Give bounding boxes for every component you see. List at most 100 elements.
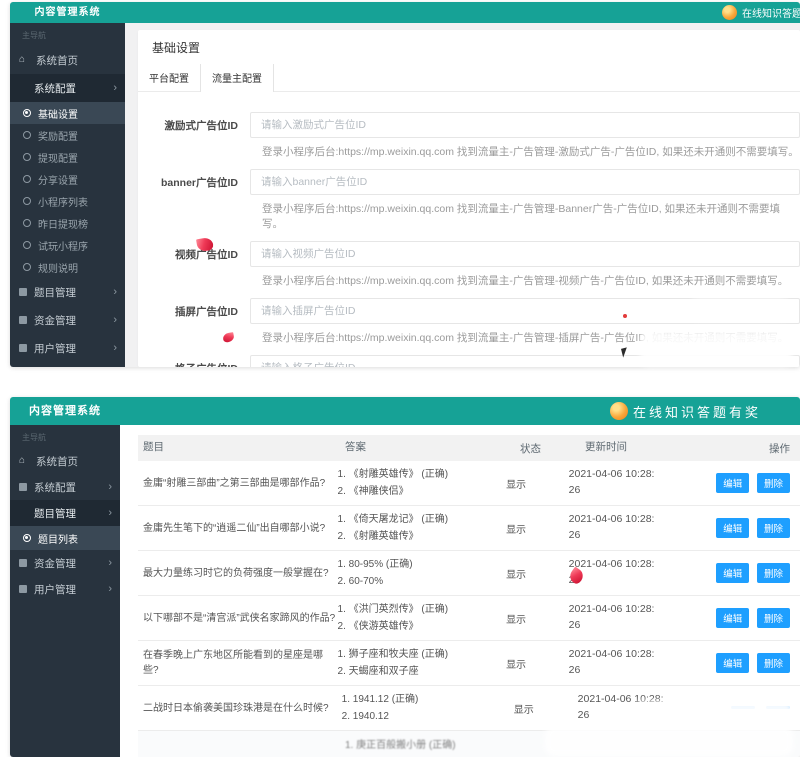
sidebar-item-question-mgmt[interactable]: 题目管理 › xyxy=(10,278,125,306)
table-row: 以下哪部不是“清宫派”武侠名家蹄风的作品? 1. 《洪门英烈传》 (正确) 2.… xyxy=(138,596,800,641)
radio-icon xyxy=(23,109,31,117)
tab-traffic-config[interactable]: 流量主配置 xyxy=(200,64,274,92)
cube-icon xyxy=(19,288,27,296)
updated-time: 2021-04-06 10:28: 26 xyxy=(569,602,712,634)
answer-list: 1. 80-95% (正确) 2. 60-70% xyxy=(338,556,507,590)
answer-list: 1. 《射雕英雄传》 (正确) 2. 《神雕侠侣》 xyxy=(338,466,507,500)
delete-button[interactable]: 删除 xyxy=(757,608,790,628)
answer-list: 1. 《洪门英烈传》 (正确) 2. 《侠游英雄传》 xyxy=(338,601,507,635)
radio-icon xyxy=(23,263,31,271)
ad-config-form: 激励式广告位ID 登录小程序后台:https://mp.weixin.qq.co… xyxy=(138,92,800,367)
video-ad-id-input[interactable] xyxy=(250,241,800,267)
rewarded-ad-id-input[interactable] xyxy=(250,112,800,138)
edit-button[interactable]: 编辑 xyxy=(716,518,749,538)
col-updated: 更新时间 xyxy=(585,440,733,456)
field-help-video-ad: 登录小程序后台:https://mp.weixin.qq.com 找到流量主-广… xyxy=(262,273,800,288)
radio-icon xyxy=(23,131,31,139)
sidebar-subitem-trial-miniapp[interactable]: 试玩小程序 xyxy=(10,234,125,256)
status-badge: 显示 xyxy=(506,566,569,581)
red-dot-decoration xyxy=(623,314,627,318)
delete-button[interactable]: 删除 xyxy=(757,518,790,538)
app-brand: 内容管理系统 xyxy=(10,397,120,425)
chevron-right-icon: › xyxy=(108,507,112,519)
sidebar-item-home[interactable]: ⌂ 系统首页 xyxy=(10,46,125,74)
chevron-right-icon: › xyxy=(113,314,117,326)
sidebar-subitem-miniapp-list[interactable]: 小程序列表 xyxy=(10,190,125,212)
answer-list: 1. 狮子座和牧夫座 (正确) 2. 天蝎座和双子座 xyxy=(338,646,507,680)
chevron-right-icon: › xyxy=(108,481,112,493)
user-account[interactable]: 在线知识答题有奖 xyxy=(722,2,800,23)
status-badge: 显示 xyxy=(514,701,578,716)
sidebar-subitem-question-list[interactable]: 题目列表 xyxy=(10,526,120,550)
top-header-bar: 内容管理系统 在线知识答题有奖 xyxy=(10,2,800,23)
radio-icon xyxy=(23,241,31,249)
cube-icon xyxy=(19,344,27,352)
table-row: 最大力量练习时它的负荷强度一般掌握在? 1. 80-95% (正确) 2. 60… xyxy=(138,551,800,596)
chevron-right-icon: › xyxy=(113,342,117,354)
sidebar-nav-label: 主导航 xyxy=(10,425,120,448)
eraser-smudge xyxy=(545,726,793,756)
question-text: 以下哪部不是“清宫派”武侠名家蹄风的作品? xyxy=(138,611,338,626)
banner-ad-id-input[interactable] xyxy=(250,169,800,195)
tab-platform-config[interactable]: 平台配置 xyxy=(138,64,200,91)
answer-list: 1. 1941.12 (正确) 2. 1940.12 xyxy=(342,691,514,725)
sidebar-subitem-share-settings[interactable]: 分享设置 xyxy=(10,168,125,190)
sidebar-subitem-withdraw-config[interactable]: 提现配置 xyxy=(10,146,125,168)
edit-button[interactable]: 编辑 xyxy=(716,473,749,493)
field-label-grid-ad: 格子广告位ID xyxy=(138,361,250,368)
status-badge: 显示 xyxy=(506,656,569,671)
table-header: 题目 答案 状态 更新时间 操作 xyxy=(138,435,800,461)
app-brand: 内容管理系统 xyxy=(10,2,125,23)
sidebar: 主导航 ⌂ 系统首页 系统配置 › 题目管理 › 题目列表 资金管理 xyxy=(10,425,120,757)
edit-button[interactable]: 编辑 xyxy=(716,653,749,673)
status-badge: 显示 xyxy=(506,521,569,536)
home-icon: ⌂ xyxy=(19,55,29,65)
radio-icon xyxy=(23,534,31,542)
delete-button[interactable]: 删除 xyxy=(757,473,790,493)
sidebar-subitem-rules[interactable]: 规则说明 xyxy=(10,256,125,278)
sidebar-item-question-mgmt[interactable]: 题目管理 › xyxy=(10,500,120,526)
settings-tabs: 平台配置 流量主配置 xyxy=(138,64,800,92)
user-name: 在线知识答题有奖 xyxy=(633,402,761,421)
sidebar-item-system-config[interactable]: 系统配置 › xyxy=(10,474,120,500)
sidebar-item-home[interactable]: ⌂ 系统首页 xyxy=(10,448,120,474)
question-text: 最大力量练习时它的负荷强度一般掌握在? xyxy=(138,566,338,581)
field-label-rewarded-ad: 激励式广告位ID xyxy=(138,118,250,133)
question-text: 在春季晚上广东地区所能看到的星座是哪些? xyxy=(138,648,338,678)
sidebar-item-user-mgmt[interactable]: 用户管理 › xyxy=(10,334,125,362)
question-text: 金庸“射雕三部曲”之第三部曲是哪部作品? xyxy=(138,476,338,491)
sidebar-item-system-config[interactable]: 系统配置 › xyxy=(10,74,125,102)
col-answer: 答案 xyxy=(345,439,520,457)
delete-button[interactable]: 删除 xyxy=(757,653,790,673)
answer-list: 1. 《倚天屠龙记》 (正确) 2. 《射雕英雄传》 xyxy=(338,511,507,545)
field-label-banner-ad: banner广告位ID xyxy=(138,175,250,190)
table-row: 金庸“射雕三部曲”之第三部曲是哪部作品? 1. 《射雕英雄传》 (正确) 2. … xyxy=(138,461,800,506)
delete-button[interactable]: 删除 xyxy=(757,563,790,583)
user-avatar-icon xyxy=(722,5,737,20)
field-help-rewarded-ad: 登录小程序后台:https://mp.weixin.qq.com 找到流量主-广… xyxy=(262,144,800,159)
field-help-banner-ad: 登录小程序后台:https://mp.weixin.qq.com 找到流量主-广… xyxy=(262,201,800,231)
radio-icon xyxy=(23,153,31,161)
status-badge: 显示 xyxy=(506,476,569,491)
sidebar-subitem-reward-config[interactable]: 奖励配置 xyxy=(10,124,125,146)
field-label-interstitial-ad: 插屏广告位ID xyxy=(138,304,250,319)
bottom-header-bar: 内容管理系统 在线知识答题有奖 xyxy=(10,397,800,425)
question-text: 二战时日本偷袭美国珍珠港是在什么时候? xyxy=(138,701,342,716)
edit-button[interactable]: 编辑 xyxy=(716,563,749,583)
sidebar-item-funds-mgmt[interactable]: 资金管理 › xyxy=(10,306,125,334)
chevron-right-icon: › xyxy=(113,286,117,298)
eraser-smudge xyxy=(640,330,792,366)
eraser-smudge xyxy=(633,701,793,718)
sidebar-subitem-yesterday-rank[interactable]: 昨日提现榜 xyxy=(10,212,125,234)
sidebar-item-funds-mgmt[interactable]: 资金管理 › xyxy=(10,550,120,576)
cube-icon xyxy=(19,559,27,567)
radio-icon xyxy=(23,175,31,183)
cube-icon xyxy=(19,483,27,491)
updated-time: 2021-04-06 10:28: 26 xyxy=(569,647,712,679)
chevron-right-icon: › xyxy=(113,82,117,94)
edit-button[interactable]: 编辑 xyxy=(716,608,749,628)
sidebar-subitem-basic-settings[interactable]: 基础设置 xyxy=(10,102,125,124)
field-label-video-ad: 视频广告位ID xyxy=(138,247,250,262)
sidebar-item-user-mgmt[interactable]: 用户管理 › xyxy=(10,576,120,602)
user-account[interactable]: 在线知识答题有奖 xyxy=(610,397,761,425)
